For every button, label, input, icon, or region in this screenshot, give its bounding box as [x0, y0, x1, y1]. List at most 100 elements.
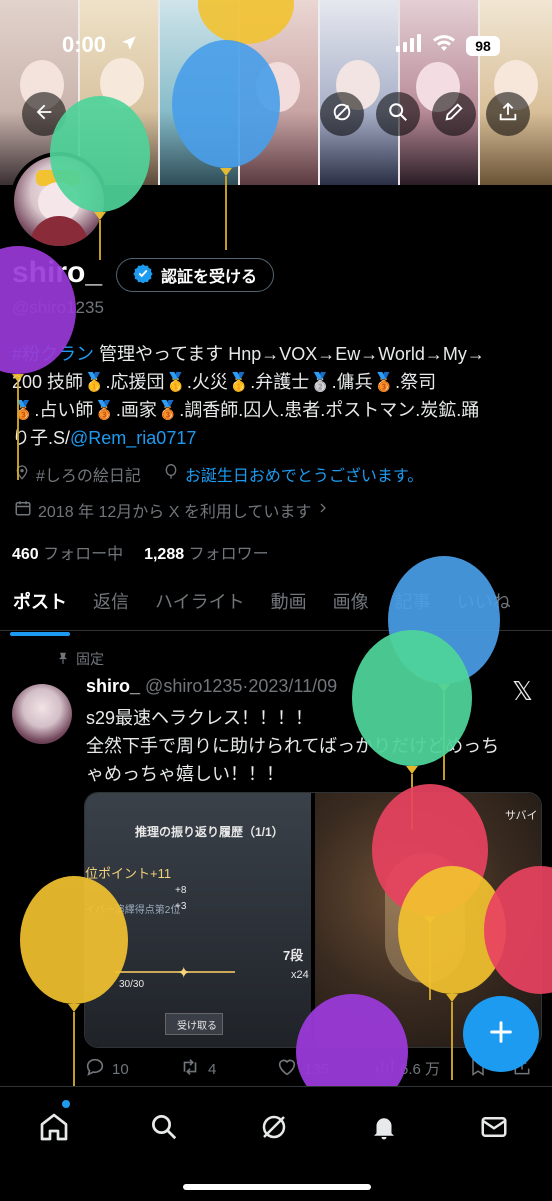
- media-title: 推理の振り返り履歴（1/1）: [135, 825, 284, 839]
- compose-button[interactable]: [463, 996, 539, 1072]
- wifi-icon: [432, 34, 456, 57]
- nav-search[interactable]: [136, 1101, 192, 1157]
- like-icon: [276, 1056, 298, 1082]
- tweet-header: shiro_ @shiro1235·2023/11/09: [86, 676, 338, 696]
- tweet-avatar[interactable]: [12, 684, 72, 744]
- tweet-text-line2: 全然下手で周りに助けられてばっかりだけどめっち: [86, 736, 500, 756]
- grok-icon: [331, 101, 353, 128]
- home-notification-dot: [62, 1100, 70, 1108]
- get-verified-label: 認証を受ける: [161, 269, 258, 286]
- messages-icon: [479, 1112, 509, 1147]
- retweet-icon: [178, 1056, 202, 1082]
- birthday-link[interactable]: お誕生日おめでとうございます。: [185, 462, 423, 486]
- tweet-text-line3: ゃめっちゃ嬉しい！！！: [86, 764, 284, 784]
- location-icon: [14, 463, 30, 486]
- x-logo-icon: 𝕏: [512, 676, 533, 706]
- views-count: 6.6 万: [400, 1060, 441, 1078]
- views-icon: [374, 1056, 394, 1080]
- profile-tabs: ポスト 返信 ハイライト 動画 画像 記事 いいね: [0, 580, 552, 636]
- battery-indicator: 98: [466, 35, 500, 56]
- retweet-button[interactable]: 4: [178, 1056, 216, 1082]
- tab-posts[interactable]: ポスト: [0, 580, 80, 636]
- media-button: 受け取る: [177, 1021, 217, 1032]
- search-icon: [149, 1112, 179, 1147]
- nav-home[interactable]: [26, 1101, 82, 1157]
- status-bar: 0:00 98: [0, 0, 552, 92]
- bio-text-line2: 200 技師🥇.応援団🥇.火災🥇.弁護士🥈.傭兵🥉.祭司: [12, 372, 437, 392]
- signal-icon: [396, 34, 422, 57]
- pinned-indicator: 固定: [56, 649, 104, 669]
- following-link[interactable]: 460 フォロー中: [12, 546, 123, 563]
- media-rank: 7段: [283, 948, 304, 963]
- media-progress: 30/30: [119, 979, 145, 990]
- back-button[interactable]: [22, 92, 66, 136]
- tab-photos[interactable]: 画像: [320, 580, 382, 630]
- followers-link[interactable]: 1,288 フォロワー: [144, 546, 269, 563]
- status-time: 0:00: [62, 32, 107, 57]
- tweet-author-handle[interactable]: @shiro1235: [145, 676, 242, 696]
- reply-icon: [84, 1056, 106, 1082]
- bio-text-line3: 🥉.占い師🥉.画家🥉.調香師.囚人.患者.ポストマン.炭鉱.踊: [12, 400, 480, 420]
- home-icon: [38, 1111, 70, 1148]
- grok-icon: [259, 1112, 289, 1147]
- search-button[interactable]: [376, 92, 420, 136]
- tab-likes[interactable]: いいね: [444, 580, 524, 630]
- bio-text-line4: り子.S/: [12, 428, 71, 448]
- media-right-label: サバイ: [505, 810, 538, 822]
- reply-count: 10: [112, 1060, 129, 1078]
- verified-icon: [133, 263, 153, 288]
- tab-highlights[interactable]: ハイライト: [142, 580, 258, 630]
- calendar-icon: [14, 499, 32, 522]
- edit-button[interactable]: [432, 92, 476, 136]
- get-verified-button[interactable]: 認証を受ける: [116, 258, 275, 292]
- share-icon: [497, 101, 519, 128]
- like-button[interactable]: 135: [276, 1056, 329, 1082]
- tab-replies[interactable]: 返信: [80, 580, 142, 630]
- plus-icon: [487, 1018, 515, 1051]
- grok-button[interactable]: [320, 92, 364, 136]
- bio-hashtag-link[interactable]: #粉クラン: [12, 344, 94, 364]
- nav-notifications[interactable]: [356, 1101, 412, 1157]
- views-button[interactable]: 6.6 万: [374, 1056, 440, 1080]
- chevron-right-icon: [317, 501, 329, 520]
- tweet-text-line1: s29最速ヘラクレス！！！！: [86, 708, 314, 728]
- pinned-label: 固定: [76, 651, 104, 667]
- nav-messages[interactable]: [466, 1101, 522, 1157]
- media-line2-value: +3: [175, 901, 187, 912]
- tweet-author-name[interactable]: shiro_: [86, 676, 140, 696]
- profile-name: shiro_: [12, 256, 103, 289]
- back-icon: [33, 101, 55, 128]
- home-indicator: [183, 1184, 371, 1190]
- media-count: x24: [291, 969, 309, 981]
- bio-text-line1: 管理やってます Hnp→VOX→Ew→World→My→: [94, 344, 485, 364]
- pin-icon: [56, 650, 70, 669]
- tweet-date[interactable]: 2023/11/09: [248, 676, 337, 696]
- media-line2-label: イバー演繹得点第2位: [85, 905, 181, 916]
- balloon-icon: [163, 463, 179, 486]
- progress-star-icon: ✦: [177, 965, 191, 982]
- reply-button[interactable]: 10: [84, 1056, 129, 1082]
- media-point: 位ポイント+11: [85, 866, 172, 881]
- notifications-icon: [369, 1112, 399, 1147]
- profile-avatar[interactable]: [10, 152, 108, 250]
- profile-location: #しろの絵日記: [36, 468, 141, 485]
- nav-grok[interactable]: [246, 1101, 302, 1157]
- media-line1-value: +8: [175, 885, 187, 896]
- tweet-image-1[interactable]: 推理の振り返り履歴（1/1） 位ポイント+11 +8 イバー演繹得点第2位 +3…: [85, 793, 311, 1047]
- retweet-count: 4: [208, 1060, 217, 1078]
- search-icon: [387, 101, 409, 128]
- tweet-text: s29最速ヘラクレス！！！！ 全然下手で周りに助けられてばっかりだけどめっち ゃ…: [86, 704, 526, 788]
- tab-articles[interactable]: 記事: [382, 580, 444, 630]
- edit-icon: [443, 101, 465, 128]
- profile-meta-row: #しろの絵日記 お誕生日おめでとうございます。: [14, 462, 423, 486]
- profile-handle: @shiro1235: [12, 298, 104, 317]
- profile-bio: #粉クラン 管理やってます Hnp→VOX→Ew→World→My→ 200 技…: [12, 340, 542, 452]
- location-arrow-icon: [120, 34, 138, 57]
- like-count: 135: [304, 1060, 330, 1078]
- bio-mention-link[interactable]: @Rem_ria0717: [70, 428, 196, 448]
- share-profile-button[interactable]: [486, 92, 530, 136]
- joined-row[interactable]: 2018 年 12月から X を利用しています: [14, 498, 329, 522]
- follow-stats: 460 フォロー中 1,288 フォロワー: [12, 540, 269, 564]
- tab-videos[interactable]: 動画: [258, 580, 320, 630]
- profile-joined: 2018 年 12月から X を利用しています: [38, 504, 312, 521]
